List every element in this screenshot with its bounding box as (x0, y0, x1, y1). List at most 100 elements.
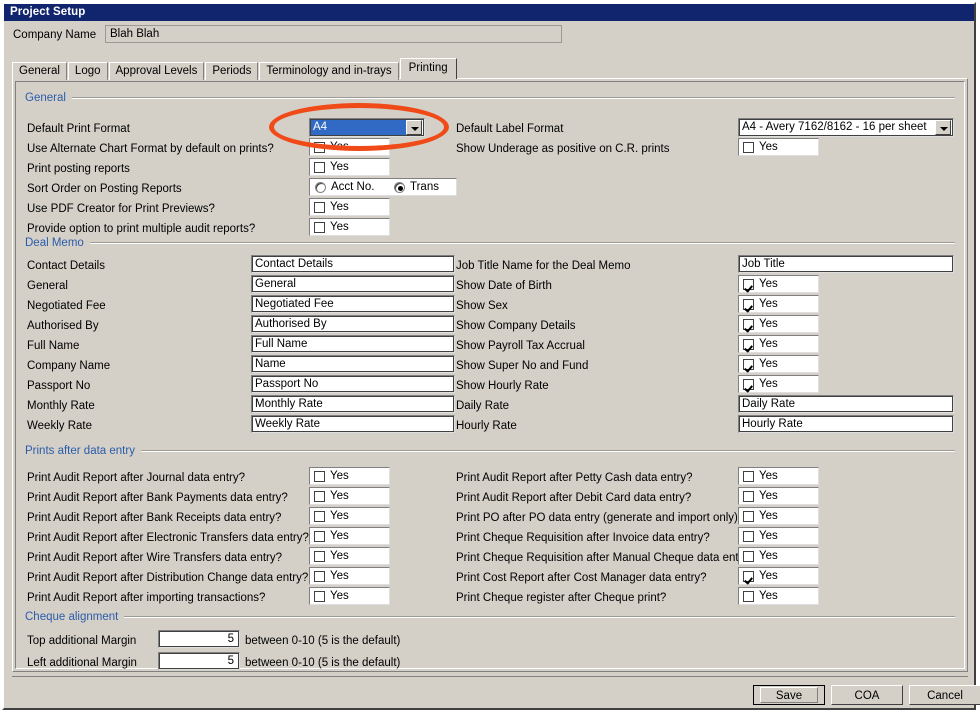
checkbox-print-cost-report-after-cost-manager-data-entry[interactable]: Yes (738, 567, 819, 585)
field-top-additional-margin[interactable]: 5 (158, 630, 240, 648)
field-daily-rate[interactable]: Daily Rate (738, 395, 954, 413)
tab-terminology-and-in-trays[interactable]: Terminology and in-trays (259, 62, 399, 80)
label-show-hourly-rate: Show Hourly Rate (456, 380, 549, 392)
use-pdf-creator-checkbox[interactable]: Yes (309, 198, 390, 216)
tab-printing[interactable]: Printing (399, 58, 457, 79)
checkbox-icon[interactable] (743, 530, 754, 542)
field-weekly-rate[interactable]: Weekly Rate (251, 415, 455, 433)
window-title: Project Setup (10, 6, 86, 18)
checkbox-print-audit-report-after-importing-transactions[interactable]: Yes (309, 587, 390, 605)
label-weekly-rate: Weekly Rate (27, 420, 92, 432)
label-print-audit-report-after-importing-transactions: Print Audit Report after importing trans… (27, 592, 266, 604)
chevron-down-icon[interactable] (406, 120, 422, 135)
checkbox-label: Yes (759, 529, 778, 542)
print-posting-reports-checkbox[interactable]: Yes (309, 158, 390, 176)
field-hourly-rate[interactable]: Hourly Rate (738, 415, 954, 433)
field-left-additional-margin[interactable]: 5 (158, 652, 240, 670)
checkbox-print-audit-report-after-distribution-change-data-[interactable]: Yes (309, 567, 390, 585)
label-print-audit-report-after-wire-transfers-data-entry: Print Audit Report after Wire Transfers … (27, 552, 283, 564)
use-alternate-chart-format-checkbox[interactable]: Yes (309, 138, 390, 156)
checkbox-print-po-after-po-data-entry-generate-and-import-o[interactable]: Yes (738, 507, 819, 525)
checkbox-icon-checked[interactable] (743, 378, 754, 390)
checkbox-icon-checked[interactable] (743, 338, 754, 350)
hint-top-additional-margin: between 0-10 (5 is the default) (245, 635, 401, 647)
label-show-payroll-tax-accrual: Show Payroll Tax Accrual (456, 340, 585, 352)
checkbox-show-sex[interactable]: Yes (738, 295, 819, 313)
tab-periods[interactable]: Periods (205, 62, 259, 80)
coa-button[interactable]: COA (831, 685, 903, 705)
label-contact-details: Contact Details (27, 260, 105, 272)
radio-acct-no[interactable]: Acct No. (315, 181, 374, 194)
checkbox-icon-checked[interactable] (743, 570, 754, 582)
printing-tab-page: General Default Print Format A4 Use Alte… (12, 78, 968, 672)
checkbox-show-company-details[interactable]: Yes (738, 315, 819, 333)
checkbox-icon[interactable] (314, 141, 325, 153)
tab-logo[interactable]: Logo (67, 62, 108, 80)
checkbox-print-cheque-requisition-after-manual-cheque-data-[interactable]: Yes (738, 547, 819, 565)
label-default-label-format: Default Label Format (456, 123, 564, 135)
field-negotiated-fee[interactable]: Negotiated Fee (251, 295, 455, 313)
radio-icon[interactable] (315, 182, 326, 193)
field-authorised-by[interactable]: Authorised By (251, 315, 455, 333)
checkbox-label: Yes (759, 317, 778, 330)
checkbox-icon[interactable] (314, 221, 325, 233)
checkbox-show-payroll-tax-accrual[interactable]: Yes (738, 335, 819, 353)
field-general[interactable]: General (251, 275, 455, 293)
tab-approval-levels[interactable]: Approval Levels (108, 62, 205, 80)
group-header-cheque-alignment: Cheque alignment (25, 610, 955, 624)
multiple-audit-reports-checkbox[interactable]: Yes (309, 218, 390, 236)
checkbox-icon-checked[interactable] (743, 298, 754, 310)
group-divider (71, 97, 955, 99)
checkbox-icon[interactable] (314, 550, 325, 562)
window-titlebar: Project Setup (4, 4, 974, 21)
field-job-title-name-for-the-deal-memo[interactable]: Job Title (738, 255, 954, 273)
checkbox-show-hourly-rate[interactable]: Yes (738, 375, 819, 393)
checkbox-print-audit-report-after-electronic-transfers-data[interactable]: Yes (309, 527, 390, 545)
checkbox-icon[interactable] (743, 550, 754, 562)
checkbox-icon[interactable] (743, 490, 754, 502)
checkbox-show-date-of-birth[interactable]: Yes (738, 275, 819, 293)
checkbox-print-audit-report-after-journal-data-entry[interactable]: Yes (309, 467, 390, 485)
checkbox-icon[interactable] (314, 470, 325, 482)
checkbox-icon[interactable] (314, 530, 325, 542)
checkbox-icon[interactable] (314, 490, 325, 502)
checkbox-icon[interactable] (314, 201, 325, 213)
checkbox-show-super-no-and-fund[interactable]: Yes (738, 355, 819, 373)
field-company-name[interactable]: Name (251, 355, 455, 373)
checkbox-icon-checked[interactable] (743, 278, 754, 290)
checkbox-icon-checked[interactable] (743, 318, 754, 330)
label-print-po-after-po-data-entry-generate-and-import-o: Print PO after PO data entry (generate a… (456, 512, 745, 524)
checkbox-print-audit-report-after-bank-payments-data-entry[interactable]: Yes (309, 487, 390, 505)
company-name-field[interactable]: Blah Blah (105, 25, 562, 43)
radio-icon-selected[interactable] (394, 182, 405, 193)
checkbox-icon[interactable] (743, 141, 754, 153)
checkbox-icon[interactable] (314, 590, 325, 602)
cancel-button[interactable]: Cancel (909, 685, 980, 705)
chevron-down-icon[interactable] (935, 120, 951, 135)
checkbox-icon[interactable] (314, 161, 325, 173)
group-divider (124, 616, 955, 618)
default-print-format-combo[interactable]: A4 (309, 118, 425, 137)
checkbox-print-audit-report-after-bank-receipts-data-entry[interactable]: Yes (309, 507, 390, 525)
field-monthly-rate[interactable]: Monthly Rate (251, 395, 455, 413)
field-passport-no[interactable]: Passport No (251, 375, 455, 393)
checkbox-print-audit-report-after-wire-transfers-data-entry[interactable]: Yes (309, 547, 390, 565)
checkbox-icon[interactable] (314, 510, 325, 522)
checkbox-print-cheque-requisition-after-invoice-data-entry[interactable]: Yes (738, 527, 819, 545)
label-print-posting-reports: Print posting reports (27, 163, 130, 175)
checkbox-icon[interactable] (743, 470, 754, 482)
field-contact-details[interactable]: Contact Details (251, 255, 455, 273)
field-full-name[interactable]: Full Name (251, 335, 455, 353)
checkbox-print-cheque-register-after-cheque-print[interactable]: Yes (738, 587, 819, 605)
checkbox-icon[interactable] (314, 570, 325, 582)
checkbox-icon-checked[interactable] (743, 358, 754, 370)
tab-general[interactable]: General (12, 62, 67, 80)
default-label-format-combo[interactable]: A4 - Avery 7162/8162 - 16 per sheet (738, 118, 954, 137)
save-button[interactable]: Save (753, 685, 825, 705)
radio-trans[interactable]: Trans (394, 181, 439, 194)
checkbox-icon[interactable] (743, 590, 754, 602)
checkbox-print-audit-report-after-petty-cash-data-entry[interactable]: Yes (738, 467, 819, 485)
checkbox-icon[interactable] (743, 510, 754, 522)
checkbox-print-audit-report-after-debit-card-data-entry[interactable]: Yes (738, 487, 819, 505)
show-underage-checkbox[interactable]: Yes (738, 138, 819, 156)
